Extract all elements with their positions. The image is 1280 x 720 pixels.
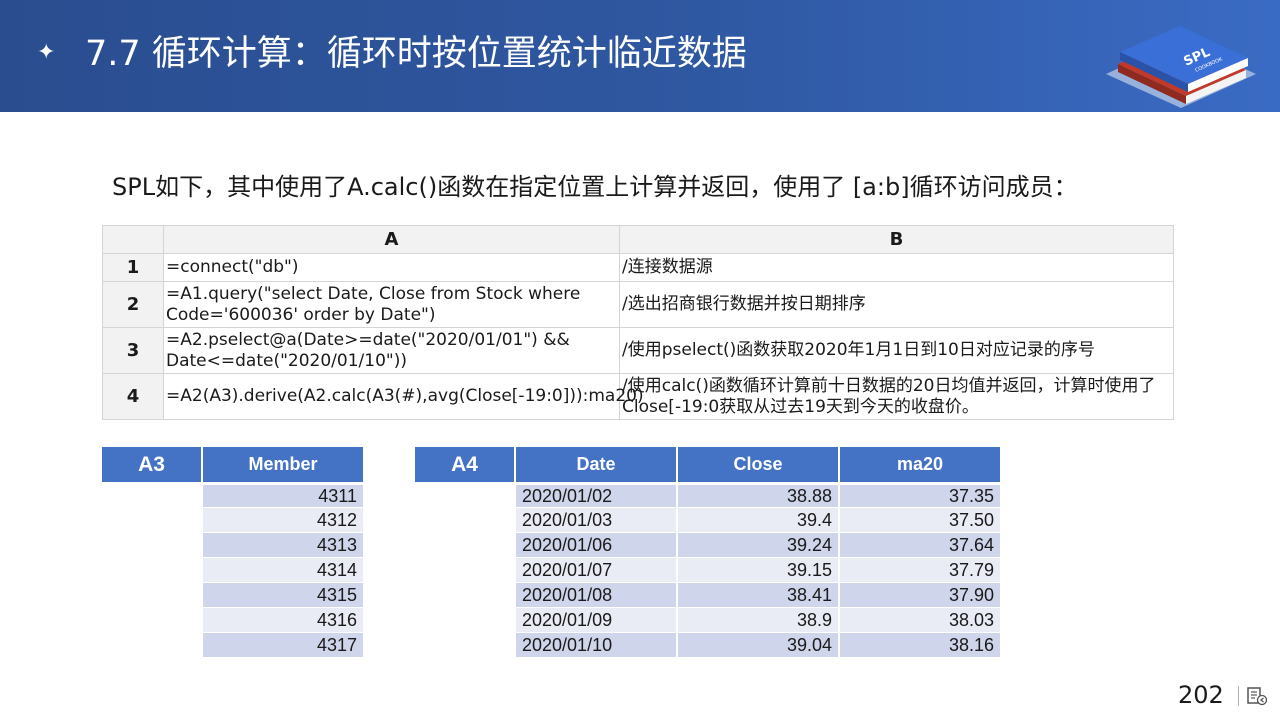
grid-cell-b1[interactable]: /连接数据源 — [619, 253, 1174, 282]
grid-cell-a2[interactable]: =A1.query("select Date, Close from Stock… — [163, 281, 620, 328]
table-row: 4316 — [102, 607, 365, 632]
a4-close-cell: 39.04 — [678, 632, 840, 657]
table-row: 2020/01/03 39.4 37.50 — [415, 507, 1002, 532]
a4-date-cell: 2020/01/08 — [516, 582, 678, 607]
grid-cell-b3[interactable]: /使用pselect()函数获取2020年1月1日到10日对应记录的序号 — [619, 327, 1174, 374]
intro-text: SPL如下，其中使用了A.calc()函数在指定位置上计算并返回，使用了 [a:… — [112, 173, 1078, 201]
table-row: 4311 — [102, 482, 365, 507]
table-row: 2020/01/06 39.24 37.64 — [415, 532, 1002, 557]
grid-cell-a4[interactable]: =A2(A3).derive(A2.calc(A3(#),avg(Close[-… — [163, 373, 644, 420]
a4-close-header: Close — [678, 447, 840, 482]
grid-row-number[interactable]: 3 — [102, 327, 164, 374]
spl-code-grid: A B 1 =connect("db") /连接数据源 2 =A1.query(… — [102, 225, 1174, 420]
a4-result-table: A4 Date Close ma20 2020/01/02 38.88 37.3… — [415, 447, 1002, 657]
slide-header: ✦ 7.7 循环计算：循环时按位置统计临近数据 — [0, 0, 1280, 112]
a3-member-cell: 4316 — [203, 607, 365, 632]
a4-ma20-cell: 37.90 — [840, 582, 1002, 607]
a4-date-cell: 2020/01/06 — [516, 532, 678, 557]
a4-ma20-header: ma20 — [840, 447, 1002, 482]
a4-ma20-cell: 37.35 — [840, 482, 1002, 507]
footer-divider — [1238, 686, 1239, 706]
a4-close-cell: 38.88 — [678, 482, 840, 507]
grid-cell-a1[interactable]: =connect("db") — [163, 253, 620, 282]
a4-close-cell: 38.41 — [678, 582, 840, 607]
grid-row: 1 =connect("db") /连接数据源 — [102, 253, 1174, 282]
table-row: 2020/01/09 38.9 38.03 — [415, 607, 1002, 632]
a4-date-header: Date — [516, 447, 678, 482]
a3-member-header: Member — [203, 447, 365, 482]
grid-cell-b2[interactable]: /选出招商银行数据并按日期排序 — [619, 281, 1174, 328]
table-row: 4317 — [102, 632, 365, 657]
a3-member-cell: 4313 — [203, 532, 365, 557]
a3-member-cell: 4312 — [203, 507, 365, 532]
a4-date-cell: 2020/01/10 — [516, 632, 678, 657]
page-number: 202 — [1178, 681, 1224, 709]
spl-cookbook-logo-icon: SPL COOKBOOK — [1106, 26, 1256, 108]
grid-row-number[interactable]: 1 — [102, 253, 164, 282]
grid-row: 4 =A2(A3).derive(A2.calc(A3(#),avg(Close… — [102, 373, 1174, 420]
a3-result-table: A3 Member 4311 4312 4313 4314 4315 4316 … — [102, 447, 365, 657]
grid-corner — [102, 225, 164, 254]
grid-row-number[interactable]: 4 — [102, 373, 164, 420]
grid-col-header-b[interactable]: B — [619, 225, 1174, 254]
a4-date-cell: 2020/01/09 — [516, 607, 678, 632]
a4-ma20-cell: 37.50 — [840, 507, 1002, 532]
a4-date-cell: 2020/01/07 — [516, 557, 678, 582]
a4-close-cell: 39.24 — [678, 532, 840, 557]
a3-member-cell: 4317 — [203, 632, 365, 657]
grid-cell-a3[interactable]: =A2.pselect@a(Date>=date("2020/01/01") &… — [163, 327, 620, 374]
table-row: 4314 — [102, 557, 365, 582]
grid-col-header-a[interactable]: A — [163, 225, 620, 254]
table-row: 2020/01/08 38.41 37.90 — [415, 582, 1002, 607]
star-bullet-icon: ✦ — [37, 40, 56, 65]
a4-ma20-cell: 38.03 — [840, 607, 1002, 632]
a4-date-cell: 2020/01/02 — [516, 482, 678, 507]
table-row: 4312 — [102, 507, 365, 532]
a4-ma20-cell: 38.16 — [840, 632, 1002, 657]
a4-date-cell: 2020/01/03 — [516, 507, 678, 532]
table-row: 4313 — [102, 532, 365, 557]
a4-close-cell: 39.4 — [678, 507, 840, 532]
grid-row-number[interactable]: 2 — [102, 281, 164, 328]
a3-member-cell: 4314 — [203, 557, 365, 582]
a3-member-cell: 4315 — [203, 582, 365, 607]
slide-title: 7.7 循环计算：循环时按位置统计临近数据 — [85, 34, 747, 74]
table-row: 2020/01/02 38.88 37.35 — [415, 482, 1002, 507]
a4-label: A4 — [415, 447, 516, 482]
a4-close-cell: 39.15 — [678, 557, 840, 582]
a4-ma20-cell: 37.79 — [840, 557, 1002, 582]
slide-navigation-icon[interactable] — [1246, 686, 1268, 706]
table-row: 4315 — [102, 582, 365, 607]
table-row: 2020/01/10 39.04 38.16 — [415, 632, 1002, 657]
a4-ma20-cell: 37.64 — [840, 532, 1002, 557]
grid-row: 3 =A2.pselect@a(Date>=date("2020/01/01")… — [102, 327, 1174, 374]
a4-close-cell: 38.9 — [678, 607, 840, 632]
a3-member-cell: 4311 — [203, 482, 365, 507]
a3-label: A3 — [102, 447, 203, 482]
grid-row: 2 =A1.query("select Date, Close from Sto… — [102, 281, 1174, 328]
grid-cell-b4[interactable]: /使用calc()函数循环计算前十日数据的20日均值并返回，计算时使用了Clos… — [619, 373, 1174, 420]
table-row: 2020/01/07 39.15 37.79 — [415, 557, 1002, 582]
